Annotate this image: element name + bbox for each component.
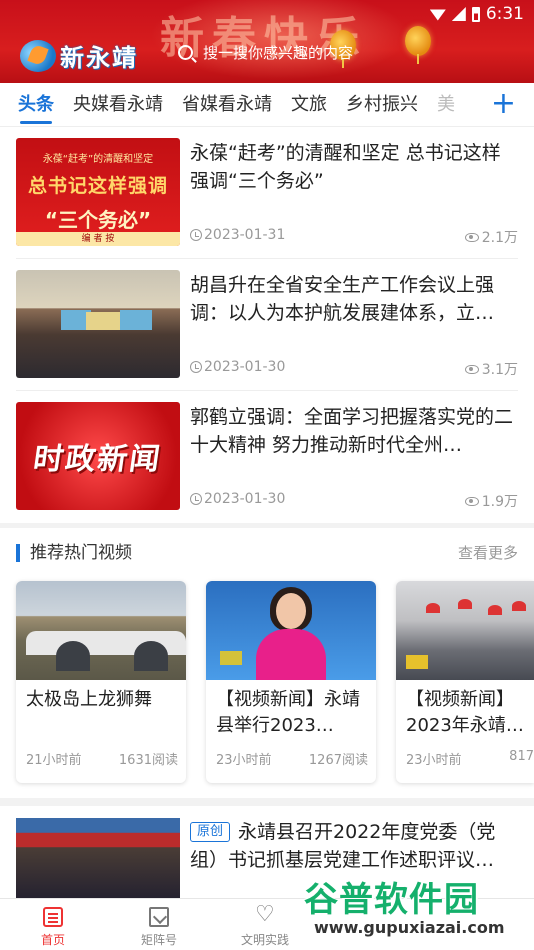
news-views: 1.9万: [464, 491, 518, 511]
battery-icon: [471, 6, 480, 22]
header-banner: 新春快乐 6:31 新永靖 搜一搜你感兴趣的内容: [0, 0, 534, 83]
search-icon: [178, 45, 193, 60]
video-title: 【视频新闻】2023年永靖县…: [406, 689, 514, 736]
thumb-screen: [120, 310, 152, 330]
thumb-anchor: [276, 593, 306, 629]
clock-icon: [190, 493, 202, 505]
views-text: 2.1万: [481, 230, 518, 246]
channel-logo-icon: [220, 651, 242, 665]
video-time: 23小时前: [406, 753, 462, 768]
news-thumbnail: 时政新闻: [16, 402, 180, 510]
thumb-anchor: [256, 629, 326, 680]
video-time: 23小时前: [216, 753, 272, 768]
news-title: 郭鹤立强调：全面学习把握落实党的二十大精神 努力推动新时代全州…: [190, 406, 514, 456]
eye-icon: [464, 496, 479, 506]
thumb-umbrella: [458, 599, 472, 609]
thumb-text: 总书记这样强调: [27, 175, 168, 197]
section-header: 推荐热门视频 查看更多: [16, 540, 518, 566]
logo-text: 新永靖: [60, 44, 138, 72]
thumb-text: 编 者 按: [16, 232, 180, 246]
news-item[interactable]: 永葆“赶考”的清醒和坚定 总书记这样强调 “三个务必” 编 者 按 永葆“赶考”…: [16, 127, 518, 259]
video-time: 21小时前: [26, 753, 82, 768]
watermark-text: 谷普软件园: [304, 880, 479, 920]
date-text: 2023-01-30: [204, 491, 286, 507]
home-icon: [43, 907, 63, 927]
news-views: 2.1万: [464, 227, 518, 247]
news-thumbnail: [16, 270, 180, 378]
views-text: 3.1万: [481, 362, 518, 378]
tab-culture-tourism[interactable]: 文旅: [291, 83, 327, 126]
video-card[interactable]: 太极岛上龙狮舞 21小时前 1631阅读: [16, 581, 186, 783]
nav-home[interactable]: 首页: [0, 907, 106, 948]
channel-logo-icon: [406, 655, 428, 669]
video-reads: 1631阅读: [118, 753, 178, 768]
news-date: 2023-01-30: [190, 491, 285, 507]
matrix-icon: [149, 907, 169, 927]
thumb-text: “三个务必”: [44, 208, 152, 232]
news-item[interactable]: 胡昌升在全省安全生产工作会议上强调：以人为本护航发展建体系，立… 2023-01…: [16, 259, 518, 391]
news-list: 永葆“赶考”的清醒和坚定 总书记这样强调 “三个务必” 编 者 按 永葆“赶考”…: [0, 127, 534, 523]
thumb-umbrella: [512, 601, 526, 611]
section-title: 推荐热门视频: [30, 543, 132, 563]
tab-central-media[interactable]: 央媒看永靖: [73, 83, 163, 126]
heart-icon: [255, 903, 275, 927]
tab-provincial-media[interactable]: 省媒看永靖: [182, 83, 272, 126]
thumb-arch: [134, 641, 168, 671]
news-item[interactable]: 时政新闻 郭鹤立强调：全面学习把握落实党的二十大精神 努力推动新时代全州… 20…: [16, 391, 518, 523]
news-date: 2023-01-30: [190, 359, 285, 375]
video-reads: 1267阅读: [308, 753, 368, 768]
video-card[interactable]: 【视频新闻】永靖县举行2023… 23小时前 1267阅读: [206, 581, 376, 783]
nav-matrix[interactable]: 矩阵号: [106, 907, 212, 948]
eye-icon: [464, 364, 479, 374]
wifi-icon: [429, 9, 446, 21]
section-accent-bar: [16, 544, 20, 562]
app-logo: 新永靖: [20, 38, 138, 73]
nav-label: 首页: [40, 933, 65, 947]
nav-label: 文明实践: [240, 933, 289, 947]
watermark: 谷普软件园 www.gupuxiazai.com: [300, 872, 534, 950]
thumb-text: 永葆“赶考”的清醒和坚定: [42, 154, 154, 165]
news-thumbnail: 永葆“赶考”的清醒和坚定 总书记这样强调 “三个务必” 编 者 按: [16, 138, 180, 246]
video-thumbnail: [16, 581, 186, 680]
video-title: 【视频新闻】永靖县举行2023…: [216, 689, 360, 736]
hot-videos-section: 推荐热门视频 查看更多 太极岛上龙狮舞 21小时前 1631阅读 【视频新闻】永…: [0, 528, 534, 798]
thumb-umbrella: [488, 605, 502, 615]
clock-icon: [190, 229, 202, 241]
watermark-url: www.gupuxiazai.com: [314, 918, 505, 937]
lantern-icon: [405, 26, 431, 64]
news-thumbnail: [16, 818, 180, 898]
clock-icon: [190, 361, 202, 373]
see-more-link[interactable]: 查看更多: [458, 540, 518, 566]
eye-icon: [464, 232, 479, 242]
video-card[interactable]: 【视频新闻】2023年永靖县… 23小时前 817: [396, 581, 534, 783]
tab-rural-revitalization[interactable]: 乡村振兴: [346, 83, 418, 126]
news-title: 永靖县召开2022年度党委（党组）书记抓基层党建工作述职评议…: [190, 821, 496, 871]
video-thumbnail: [396, 581, 534, 680]
thumb-arch: [56, 641, 90, 671]
search-placeholder: 搜一搜你感兴趣的内容: [203, 44, 354, 62]
video-title: 太极岛上龙狮舞: [26, 689, 152, 710]
logo-mark-icon: [20, 39, 56, 72]
news-title: 胡昌升在全省安全生产工作会议上强调：以人为本护航发展建体系，立…: [190, 274, 495, 324]
add-channel-button[interactable]: +: [478, 89, 516, 119]
search-bar[interactable]: 搜一搜你感兴趣的内容: [178, 42, 353, 63]
status-time: 6:31: [485, 4, 524, 24]
nav-label: 矩阵号: [140, 933, 177, 947]
channel-tabs: 头条 央媒看永靖 省媒看永靖 文旅 乡村振兴 美 +: [0, 83, 534, 127]
date-text: 2023-01-31: [204, 227, 286, 243]
status-bar: 6:31: [429, 4, 524, 24]
news-date: 2023-01-31: [190, 227, 285, 243]
video-reads: 817: [509, 749, 534, 764]
original-badge: 原创: [190, 822, 231, 842]
date-text: 2023-01-30: [204, 359, 286, 375]
thumb-text: 时政新闻: [31, 442, 164, 477]
video-thumbnail: [206, 581, 376, 680]
news-title: 永葆“赶考”的清醒和坚定 总书记这样强调“三个务必”: [190, 142, 501, 192]
tab-headlines[interactable]: 头条: [18, 83, 54, 126]
views-text: 1.9万: [481, 494, 518, 510]
signal-icon: [451, 7, 466, 21]
thumb-umbrella: [426, 603, 440, 613]
tab-more-partial[interactable]: 美: [437, 83, 455, 126]
news-views: 3.1万: [464, 359, 518, 379]
